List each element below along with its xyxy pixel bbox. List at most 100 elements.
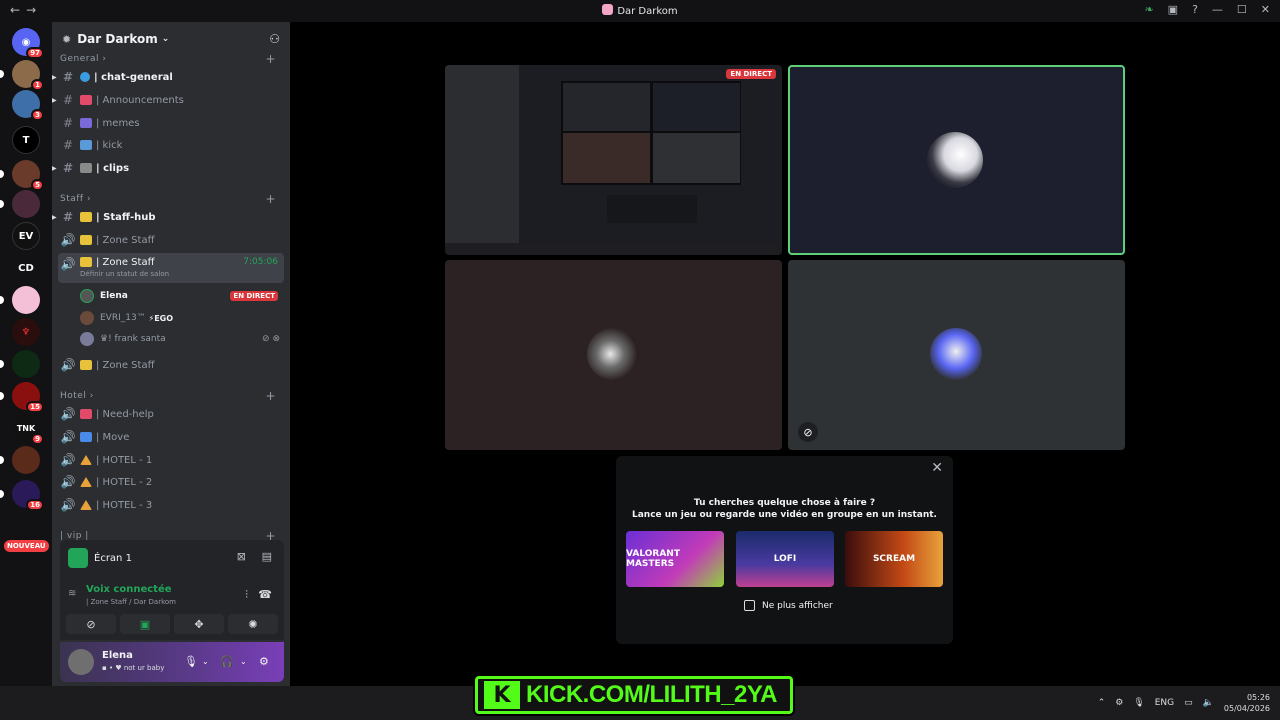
voice-user[interactable]: Elena EN DIRECT: [80, 287, 284, 305]
channel-need-help[interactable]: 🔊 | Need-help: [58, 404, 284, 424]
server-icon[interactable]: [0, 190, 40, 218]
signal-icon[interactable]: ≋: [68, 588, 76, 599]
voice-status[interactable]: Voix connectée: [86, 584, 172, 595]
add-channel-icon[interactable]: +: [265, 192, 276, 206]
badge: 5: [31, 179, 44, 191]
screen-share-panel: Écran 1 ⊠ ▤: [60, 540, 284, 576]
add-channel-icon[interactable]: +: [265, 52, 276, 66]
category-label: General: [60, 54, 99, 64]
voice-user-tag: ⚡EGO: [148, 313, 174, 323]
channel-label: | Staff-hub: [96, 211, 156, 223]
participant-tile-speaking[interactable]: [788, 65, 1125, 255]
voice-user[interactable]: EVRI_13™ ⚡EGO: [80, 309, 284, 327]
warning-icon: [80, 477, 92, 487]
activity-card[interactable]: VALORANT MASTERS: [626, 531, 724, 587]
channel-status[interactable]: Définir un statut de salon: [80, 270, 169, 278]
nitro-leaf-icon[interactable]: ❧: [1144, 3, 1153, 16]
volume-icon[interactable]: 🔈: [1203, 698, 1214, 708]
avatar[interactable]: [68, 649, 94, 675]
activity-card[interactable]: SCREAM: [845, 531, 943, 587]
hash-icon: #: [62, 138, 74, 152]
activities-button[interactable]: ✥: [174, 614, 224, 634]
help-icon[interactable]: ?: [1192, 3, 1198, 16]
channel-zone-staff[interactable]: 🔊 | Zone Staff: [58, 230, 284, 250]
server-icon[interactable]: ♆: [12, 318, 40, 346]
participant-tile[interactable]: [445, 260, 782, 450]
channel-label: | Zone Staff: [96, 257, 155, 268]
settings-gear-icon[interactable]: ⚙: [259, 655, 269, 668]
maximize-icon[interactable]: ☐: [1237, 3, 1247, 16]
checkbox-label[interactable]: Ne plus afficher: [762, 601, 833, 611]
channel-move[interactable]: 🔊 | Move: [58, 427, 284, 447]
server-icon[interactable]: 1: [0, 60, 44, 91]
clock[interactable]: 05:26 05/04/2026: [1224, 692, 1270, 714]
close-icon[interactable]: ✕: [931, 460, 943, 476]
soundboard-button[interactable]: ✺: [228, 614, 278, 634]
badge: 3: [31, 109, 44, 121]
category-staff[interactable]: Staff › +: [60, 192, 282, 208]
beginner-icon: [80, 212, 92, 222]
server-icon[interactable]: [0, 350, 40, 378]
share-screen-button[interactable]: ▣: [120, 614, 170, 634]
server-icon[interactable]: [0, 446, 40, 474]
stop-stream-icon[interactable]: ⊠: [237, 550, 246, 563]
server-icon[interactable]: T: [12, 126, 40, 154]
chevron-down-icon[interactable]: ⌄: [202, 657, 209, 666]
voice-user[interactable]: ♛! frank santa ⊘ ⊗: [80, 330, 284, 348]
network-icon[interactable]: ▭: [1184, 698, 1193, 708]
microphone-icon[interactable]: 🎙: [1133, 698, 1144, 708]
server-icon[interactable]: [0, 286, 40, 314]
channel-clips[interactable]: ▶ # | clips: [52, 158, 284, 178]
stream-settings-icon[interactable]: ▤: [262, 550, 272, 563]
channel-hotel-2[interactable]: 🔊 | HOTEL - 2: [58, 472, 284, 492]
minimize-icon[interactable]: —: [1212, 3, 1223, 16]
channel-zone-staff[interactable]: 🔊 | Zone Staff: [58, 355, 284, 375]
microphone-icon[interactable]: 🎙: [184, 655, 198, 668]
server-icon[interactable]: TNK 9: [12, 414, 44, 445]
channel-memes[interactable]: # | memes: [58, 113, 284, 133]
disconnect-icon[interactable]: ☎: [258, 588, 272, 601]
chevron-down-icon[interactable]: ⌄: [240, 657, 247, 666]
category-hotel[interactable]: Hotel › +: [60, 389, 282, 405]
activity-card[interactable]: LOFI: [736, 531, 834, 587]
channel-zone-staff-active[interactable]: 🔊 | Zone Staff 7:05:06 Définir un statut de…: [58, 253, 284, 283]
user-name[interactable]: Elena: [102, 650, 133, 661]
channel-hotel-1[interactable]: 🔊 | HOTEL - 1: [58, 450, 284, 470]
memes-icon: [80, 118, 92, 128]
activity-label: SCREAM: [872, 554, 916, 564]
avatar: [930, 328, 982, 380]
server-icon[interactable]: EV: [12, 222, 40, 250]
server-icon[interactable]: 16: [0, 480, 44, 511]
server-icon[interactable]: 5: [0, 160, 44, 191]
hash-icon: #: [62, 116, 74, 130]
channel-chat-general[interactable]: ▶ # | chat-general: [52, 67, 284, 87]
language-indicator[interactable]: ENG: [1155, 698, 1174, 708]
server-header[interactable]: ✹ Dar Darkom ⌄ ⚇: [52, 26, 290, 52]
category-general[interactable]: General › +: [60, 52, 282, 68]
hash-icon: #: [62, 93, 74, 107]
noise-suppression-icon[interactable]: ⫶: [245, 588, 248, 602]
add-channel-icon[interactable]: +: [265, 389, 276, 403]
chevron-up-icon[interactable]: ⌃: [1098, 698, 1106, 708]
server-icon[interactable]: 15: [0, 382, 44, 413]
headphones-icon[interactable]: 🎧: [220, 655, 234, 668]
discord-home-icon[interactable]: ◉ 97: [12, 28, 44, 59]
channel-staff-hub[interactable]: ▶ # | Staff-hub: [52, 207, 284, 227]
close-window-icon[interactable]: ✕: [1261, 3, 1270, 16]
participant-tile[interactable]: ⊘: [788, 260, 1125, 450]
toggle-camera-button[interactable]: ⊘: [66, 614, 116, 634]
dont-show-checkbox[interactable]: [744, 600, 755, 611]
move-icon: [80, 432, 92, 442]
window-title-text: Dar Darkom: [617, 6, 678, 17]
channel-hotel-3[interactable]: 🔊 | HOTEL - 3: [58, 495, 284, 515]
server-icon[interactable]: 3: [12, 90, 44, 121]
steam-icon[interactable]: ⚙: [1115, 698, 1123, 708]
voice-location[interactable]: | Zone Staff / Dar Darkom: [86, 598, 176, 606]
stream-tile[interactable]: EN DIRECT: [445, 65, 782, 255]
inbox-icon[interactable]: ▣: [1168, 3, 1178, 16]
add-member-icon[interactable]: ⚇: [269, 32, 280, 46]
channel-label: | Announcements: [96, 94, 184, 106]
server-icon-text[interactable]: CD: [12, 254, 40, 282]
channel-announcements[interactable]: ▶ # | Announcements: [52, 90, 284, 110]
channel-kick[interactable]: # | kick: [58, 135, 284, 155]
